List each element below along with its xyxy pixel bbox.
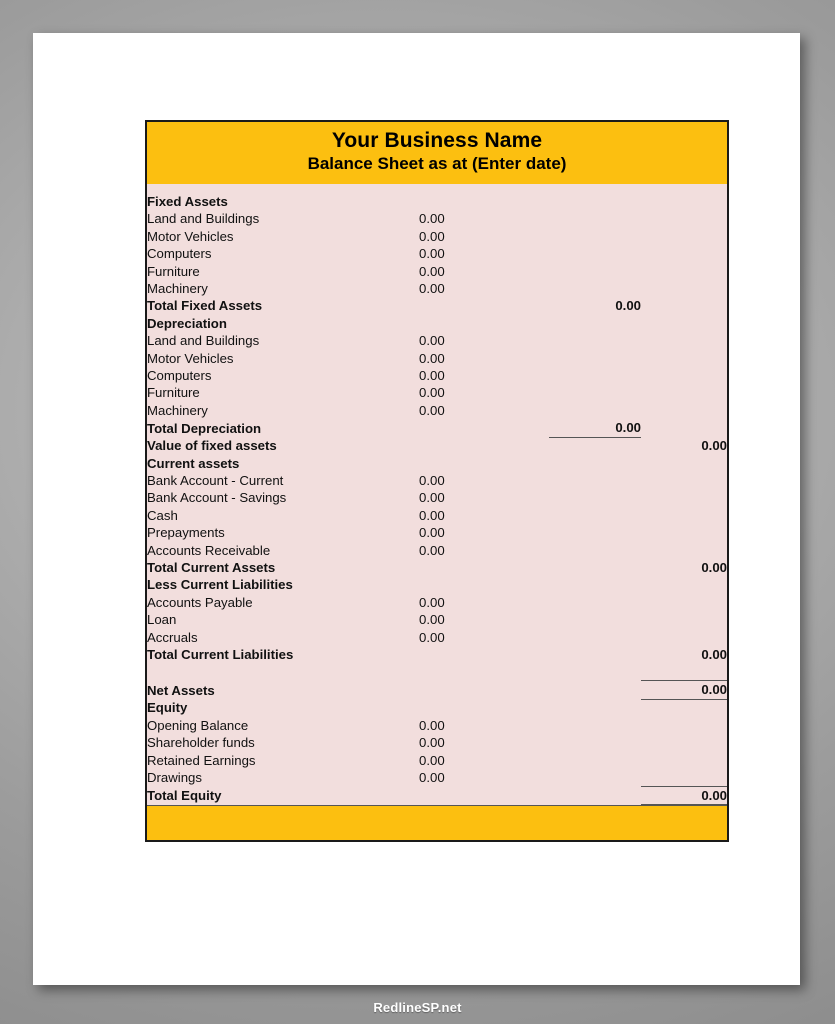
business-name: Your Business Name — [331, 129, 543, 152]
total-row-value-of-fixed-assets: Value of fixed assets 0.00 — [147, 438, 727, 454]
table-row: Loan 0.00 — [147, 612, 445, 628]
table-row: Accruals 0.00 — [147, 629, 445, 645]
table-row: Furniture 0.00 — [147, 385, 445, 401]
balance-sheet-rows: Fixed Assets Land and Buildings 0.00 Mot… — [147, 193, 727, 806]
table-row: Computers 0.00 — [147, 368, 445, 384]
spacer-row — [147, 663, 727, 682]
table-row: Computers 0.00 — [147, 246, 445, 262]
table-row: Motor Vehicles 0.00 — [147, 350, 445, 366]
table-row: Retained Earnings 0.00 — [147, 752, 445, 768]
table-row: Shareholder funds 0.00 — [147, 735, 445, 751]
table-row: Prepayments 0.00 — [147, 525, 445, 541]
section-heading-current-assets: Current assets — [147, 455, 240, 471]
total-row-equity: Total Equity 0.00 — [147, 786, 727, 806]
table-row: Furniture 0.00 — [147, 263, 445, 279]
table-row: Accounts Payable 0.00 — [147, 594, 445, 610]
section-heading-fixed-assets: Fixed Assets — [147, 194, 228, 209]
table-row: Land and Buildings 0.00 — [147, 333, 445, 349]
section-heading-current-liabilities: Less Current Liabilities — [147, 577, 293, 593]
sheet-header-band: Your Business Name Balance Sheet as at (… — [147, 122, 727, 184]
total-row-net-assets: Net Assets 0.00 — [147, 680, 727, 700]
table-row: Opening Balance 0.00 — [147, 717, 445, 733]
table-row: Accounts Receivable 0.00 — [147, 542, 445, 558]
table-row: Cash 0.00 — [147, 507, 445, 523]
sheet-footer-band — [147, 805, 727, 841]
table-row: Land and Buildings 0.00 — [147, 211, 445, 227]
total-row-current-liabilities: Total Current Liabilities 0.00 — [147, 647, 727, 663]
section-heading-equity: Equity — [147, 700, 188, 716]
total-row-fixed-assets: Total Fixed Assets 0.00 — [147, 298, 641, 314]
total-row-current-assets: Total Current Assets 0.00 — [147, 560, 727, 576]
sheet-body: Fixed Assets Land and Buildings 0.00 Mot… — [147, 184, 727, 806]
table-row: Drawings 0.00 — [147, 769, 727, 787]
sheet-subtitle: Balance Sheet as at (Enter date) — [307, 154, 567, 173]
document-page: Your Business Name Balance Sheet as at (… — [33, 33, 800, 985]
table-row: Bank Account - Current 0.00 — [147, 473, 445, 488]
watermark: RedlineSP.net — [373, 1000, 462, 1015]
balance-sheet-table: Your Business Name Balance Sheet as at (… — [145, 120, 729, 843]
section-heading-depreciation: Depreciation — [147, 315, 227, 331]
table-row: Bank Account - Savings 0.00 — [147, 490, 445, 506]
total-row-depreciation: Total Depreciation 0.00 — [147, 419, 641, 438]
table-row: Machinery 0.00 — [147, 281, 445, 297]
table-row: Machinery 0.00 — [147, 402, 445, 418]
table-row: Motor Vehicles 0.00 — [147, 228, 445, 244]
